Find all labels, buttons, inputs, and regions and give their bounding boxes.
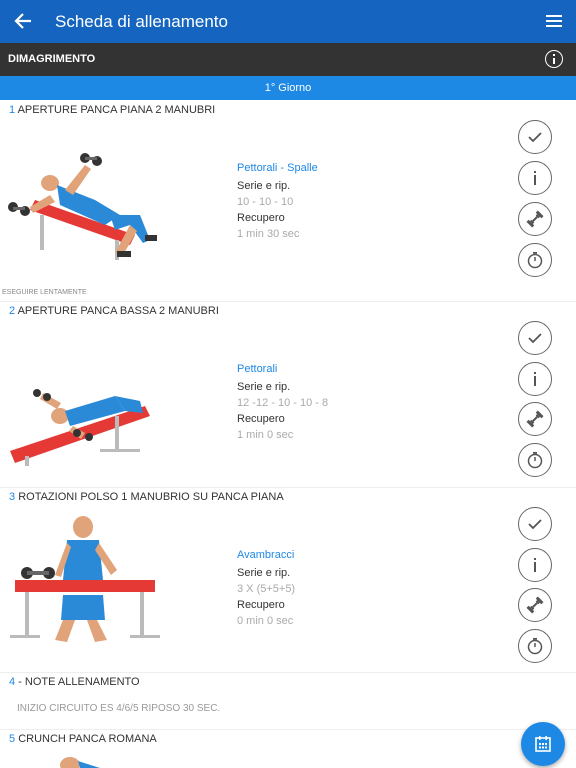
series-value: 12 -12 - 10 - 10 - 8 — [237, 397, 329, 409]
exercise-image — [60, 757, 100, 768]
app-bar: Scheda di allenamento — [0, 0, 576, 43]
exercise-card[interactable]: 3 ROTAZIONI POLSO 1 MANUBRIO SU PANCA PI… — [0, 487, 576, 673]
exercise-title: 5 CRUNCH PANCA ROMANA — [9, 733, 157, 745]
series-label: Serie e rip. — [237, 381, 291, 393]
info-button[interactable] — [518, 362, 552, 396]
dumbbell-icon — [526, 596, 544, 614]
calendar-button[interactable] — [521, 722, 565, 766]
day-header[interactable]: 1° Giorno — [0, 76, 576, 100]
exercise-title: 1 APERTURE PANCA PIANA 2 MANUBRI — [9, 104, 216, 116]
check-icon — [528, 333, 542, 344]
stopwatch-icon — [527, 452, 543, 469]
notes-text: INIZIO CIRCUITO ES 4/6/5 RIPOSO 30 SEC. — [17, 703, 221, 714]
timer-button[interactable] — [518, 243, 552, 277]
back-arrow-icon[interactable] — [12, 10, 34, 32]
calendar-icon — [535, 736, 551, 752]
rest-label: Recupero — [237, 413, 285, 425]
series-value: 10 - 10 - 10 — [237, 196, 294, 208]
rest-value: 1 min 0 sec — [237, 429, 294, 441]
exercise-note: ESEGUIRE LENTAMENTE — [2, 289, 87, 296]
exercise-title: 3 ROTAZIONI POLSO 1 MANUBRIO SU PANCA PI… — [9, 491, 284, 503]
stopwatch-icon — [527, 252, 543, 269]
page-title: Scheda di allenamento — [55, 12, 228, 31]
series-label: Serie e rip. — [237, 567, 291, 579]
rest-value: 0 min 0 sec — [237, 615, 294, 627]
weight-log-button[interactable] — [518, 588, 552, 622]
muscle-group: Pettorali — [237, 363, 278, 375]
series-label: Serie e rip. — [237, 180, 291, 192]
check-icon — [528, 132, 542, 143]
complete-button[interactable] — [518, 507, 552, 541]
check-icon — [528, 519, 542, 530]
exercise-card[interactable]: 5 CRUNCH PANCA ROMANA — [0, 729, 576, 768]
exercise-card[interactable]: 1 APERTURE PANCA PIANA 2 MANUBRI Pettora… — [0, 100, 576, 302]
dumbbell-icon — [526, 210, 544, 228]
exercise-image — [8, 153, 157, 260]
timer-button[interactable] — [518, 443, 552, 477]
info-icon — [534, 171, 536, 185]
info-icon — [534, 372, 536, 386]
weight-log-button[interactable] — [518, 202, 552, 236]
menu-icon[interactable] — [546, 14, 562, 28]
exercise-card[interactable]: 2 APERTURE PANCA BASSA 2 MANUBRI Pettora… — [0, 301, 576, 488]
rest-value: 1 min 30 sec — [237, 228, 300, 240]
muscle-group: Avambracci — [237, 549, 295, 561]
complete-button[interactable] — [518, 120, 552, 154]
info-icon — [534, 558, 536, 572]
timer-button[interactable] — [518, 629, 552, 663]
rest-label: Recupero — [237, 599, 285, 611]
program-header: DIMAGRIMENTO — [0, 43, 576, 76]
notes-title: 4 - NOTE ALLENAMENTO — [9, 676, 140, 688]
exercise-title: 2 APERTURE PANCA BASSA 2 MANUBRI — [9, 305, 219, 317]
series-value: 3 X (5+5+5) — [237, 583, 296, 595]
weight-log-button[interactable] — [518, 402, 552, 436]
training-notes: 4 - NOTE ALLENAMENTO INIZIO CIRCUITO ES … — [0, 672, 576, 730]
exercise-image — [10, 389, 150, 466]
complete-button[interactable] — [518, 321, 552, 355]
rest-label: Recupero — [237, 212, 285, 224]
muscle-group: Pettorali - Spalle — [237, 162, 318, 174]
dumbbell-icon — [526, 410, 544, 428]
info-icon[interactable] — [545, 50, 563, 68]
program-title: DIMAGRIMENTO — [8, 53, 96, 65]
info-button[interactable] — [518, 548, 552, 582]
exercise-image — [10, 516, 160, 642]
stopwatch-icon — [527, 638, 543, 655]
info-button[interactable] — [518, 161, 552, 195]
